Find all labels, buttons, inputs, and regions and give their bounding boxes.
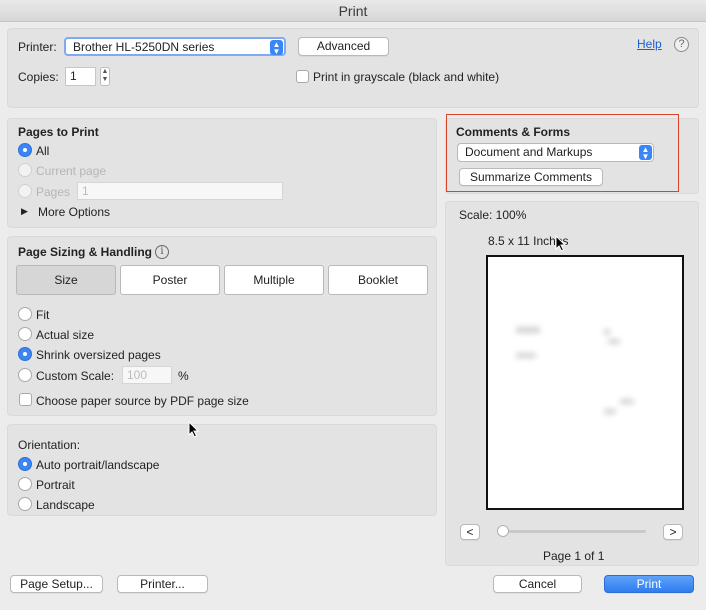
printer-select-value: Brother HL-5250DN series xyxy=(73,40,215,54)
comments-select-value: Document and Markups xyxy=(465,145,593,159)
advanced-button[interactable]: Advanced xyxy=(298,37,389,56)
printer-select[interactable]: Brother HL-5250DN series ▲ ▼ xyxy=(64,37,286,56)
fit-radio[interactable] xyxy=(18,307,32,321)
tab-multiple[interactable]: Multiple xyxy=(224,265,324,295)
print-button[interactable]: Print xyxy=(604,575,694,593)
landscape-label: Landscape xyxy=(36,498,95,512)
shrink-radio[interactable] xyxy=(18,347,32,361)
custom-scale-input[interactable]: 100 xyxy=(122,366,172,384)
portrait-label: Portrait xyxy=(36,478,75,492)
pages-range-input[interactable]: 1 xyxy=(77,182,283,200)
cancel-button[interactable]: Cancel xyxy=(493,575,582,593)
actual-size-radio[interactable] xyxy=(18,327,32,341)
auto-orientation-radio[interactable] xyxy=(18,457,32,471)
cursor-icon xyxy=(188,421,200,438)
pages-current-radio[interactable] xyxy=(18,163,32,177)
portrait-radio[interactable] xyxy=(18,477,32,491)
preview-content xyxy=(516,353,536,358)
paper-source-checkbox[interactable] xyxy=(19,393,32,406)
pages-range-label: Pages xyxy=(36,185,71,199)
page-slider-track[interactable] xyxy=(500,530,646,533)
help-link[interactable]: Help xyxy=(637,37,662,51)
tab-booklet[interactable]: Booklet xyxy=(328,265,428,295)
pages-range-radio[interactable] xyxy=(18,184,32,198)
auto-orientation-label: Auto portrait/landscape xyxy=(36,458,160,472)
copies-label: Copies: xyxy=(18,70,59,84)
pages-all-radio[interactable] xyxy=(18,143,32,157)
copies-input[interactable]: 1 xyxy=(65,67,96,86)
preview-content xyxy=(516,327,540,333)
actual-size-label: Actual size xyxy=(36,328,95,342)
sizing-panel xyxy=(7,236,437,416)
help-icon[interactable]: ? xyxy=(674,37,689,52)
sizing-heading: Page Sizing & Handling xyxy=(18,245,153,259)
preview-content xyxy=(608,339,620,344)
preview-content xyxy=(620,399,634,404)
info-icon[interactable]: i xyxy=(155,245,169,259)
summarize-comments-button[interactable]: Summarize Comments xyxy=(459,168,603,186)
pages-current-label: Current page xyxy=(36,164,107,178)
tab-size[interactable]: Size xyxy=(16,265,116,295)
preview-content xyxy=(604,329,610,335)
paper-source-label: Choose paper source by PDF page size xyxy=(36,394,249,408)
next-page-button[interactable]: > xyxy=(663,524,683,540)
percent-label: % xyxy=(178,369,189,383)
comments-select[interactable]: Document and Markups ▲ ▼ xyxy=(457,143,654,162)
fit-label: Fit xyxy=(36,308,50,322)
printer-button[interactable]: Printer... xyxy=(117,575,208,593)
page-info: Page 1 of 1 xyxy=(543,549,605,563)
pages-heading: Pages to Print xyxy=(18,125,99,139)
page-setup-button[interactable]: Page Setup... xyxy=(10,575,103,593)
printer-label: Printer: xyxy=(18,40,57,54)
comments-heading: Comments & Forms xyxy=(456,125,571,139)
orientation-heading: Orientation: xyxy=(18,438,81,452)
more-options-toggle[interactable]: More Options xyxy=(38,205,110,219)
custom-scale-label: Custom Scale: xyxy=(36,369,115,383)
page-slider-knob[interactable] xyxy=(497,525,509,537)
chevron-updown-icon: ▲ ▼ xyxy=(639,145,652,161)
scale-label: Scale: 100% xyxy=(459,208,527,222)
window-title: Print xyxy=(0,0,706,22)
disclosure-triangle-icon[interactable]: ▶ xyxy=(21,206,28,217)
grayscale-checkbox[interactable] xyxy=(296,70,309,83)
preview-content xyxy=(604,409,616,414)
page-preview xyxy=(486,255,684,510)
cursor-icon xyxy=(555,235,567,252)
copies-stepper[interactable]: ▲ ▼ xyxy=(100,67,110,86)
chevron-updown-icon: ▲ ▼ xyxy=(270,40,283,56)
shrink-label: Shrink oversized pages xyxy=(36,348,161,362)
pages-all-label: All xyxy=(36,144,50,158)
previous-page-button[interactable]: < xyxy=(460,524,480,540)
grayscale-label: Print in grayscale (black and white) xyxy=(313,70,500,84)
tab-poster[interactable]: Poster xyxy=(120,265,220,295)
landscape-radio[interactable] xyxy=(18,497,32,511)
custom-scale-radio[interactable] xyxy=(18,368,32,382)
